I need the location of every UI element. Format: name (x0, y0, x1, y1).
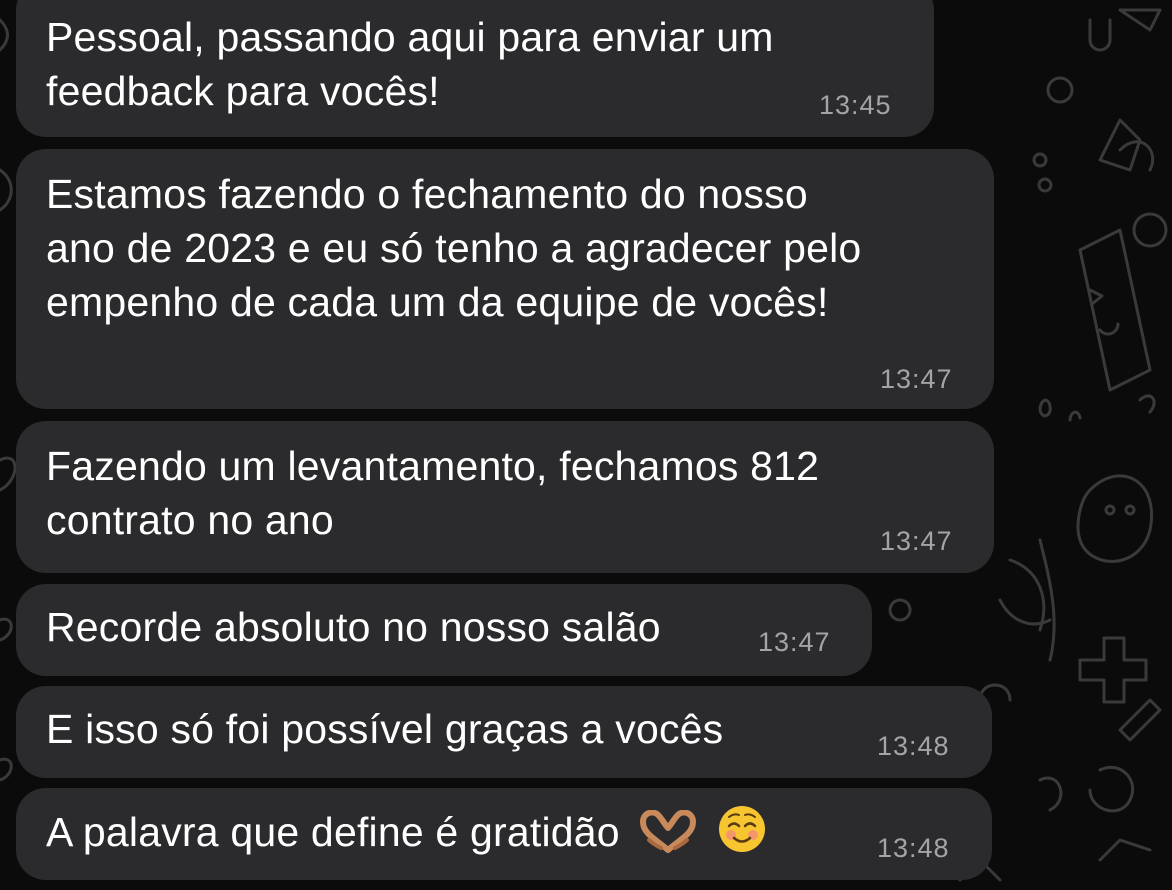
message-timestamp: 13:48 (877, 731, 950, 761)
message-timestamp: 13:47 (880, 526, 953, 556)
message-timestamp: 13:48 (877, 833, 950, 863)
message-timestamp: 13:45 (819, 90, 892, 120)
heart-hands-emoji (639, 809, 697, 867)
smiling-face-emoji (717, 804, 767, 867)
message-bubble[interactable]: Pessoal, passando aqui para enviar um fe… (16, 0, 934, 137)
message-text-row: A palavra que define é gratidão (46, 804, 767, 867)
message-text: Pessoal, passando aqui para enviar um fe… (46, 14, 774, 114)
message-bubble[interactable]: E isso só foi possível graças a vocês 13… (16, 686, 992, 778)
message-bubble[interactable]: A palavra que define é gratidão 13:48 (16, 788, 992, 880)
message-text: Fazendo um levantamento, fechamos 812 co… (46, 443, 820, 543)
message-text: E isso só foi possível graças a vocês (46, 706, 724, 752)
chat-message-list[interactable]: Pessoal, passando aqui para enviar um fe… (0, 0, 1172, 890)
message-timestamp: 13:47 (758, 627, 831, 657)
message-text: Estamos fazendo o fechamento do nosso an… (46, 171, 862, 325)
message-text: A palavra que define é gratidão (46, 809, 620, 855)
message-bubble[interactable]: Recorde absoluto no nosso salão 13:47 (16, 584, 872, 676)
message-text: Recorde absoluto no nosso salão (46, 604, 661, 650)
message-timestamp: 13:47 (880, 364, 953, 394)
message-bubble[interactable]: Estamos fazendo o fechamento do nosso an… (16, 149, 994, 409)
message-bubble[interactable]: Fazendo um levantamento, fechamos 812 co… (16, 421, 994, 573)
